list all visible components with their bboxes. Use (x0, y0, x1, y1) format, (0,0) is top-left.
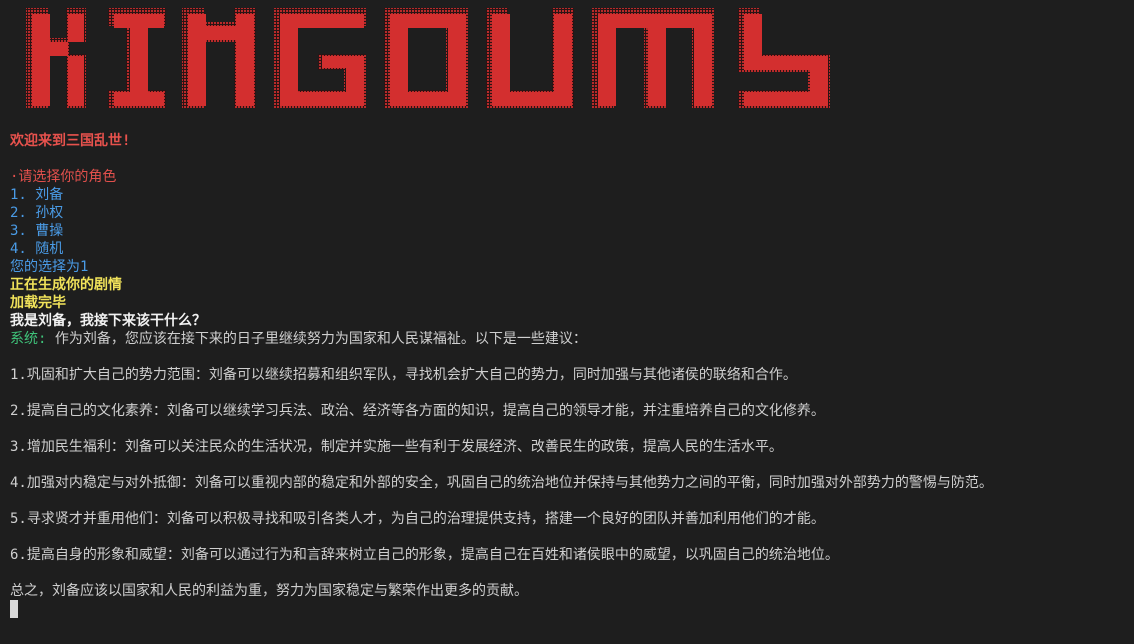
suggestion-3: 3.增加民生福利：刘备可以关注民众的生活状况，制定并实施一些有利于发展经济、改善… (10, 439, 783, 455)
role-option-2: 2. 孙权 (10, 205, 64, 221)
ascii-art-banner (26, 8, 830, 108)
role-prompt: ·请选择你的角色 (10, 169, 117, 185)
system-intro: 作为刘备，您应该在接下来的日子里继续努力为国家和人民谋福祉。以下是一些建议： (46, 331, 587, 347)
banner-letters (32, 14, 828, 106)
role-option-4: 4. 随机 (10, 241, 64, 257)
suggestion-2: 2.提高自己的文化素养：刘备可以继续学习兵法、政治、经济等各方面的知识，提高自己… (10, 403, 825, 419)
conclusion: 总之，刘备应该以国家和人民的利益为重，努力为国家稳定与繁荣作出更多的贡献。 (10, 583, 528, 599)
suggestion-1: 1.巩固和扩大自己的势力范围：刘备可以继续招募和组织军队，寻找机会扩大自己的势力… (10, 367, 797, 383)
system-label: 系统: (10, 331, 47, 347)
role-option-1: 1. 刘备 (10, 187, 64, 203)
system-intro-line: 系统: 作为刘备，您应该在接下来的日子里继续努力为国家和人民谋福祉。以下是一些建… (10, 330, 587, 348)
user-question: 我是刘备，我接下来该干什么？ (10, 313, 206, 329)
suggestion-5: 5.寻求贤才并重用他们：刘备可以积极寻找和吸引各类人才，为自己的治理提供支持，搭… (10, 511, 825, 527)
text-cursor[interactable] (10, 600, 18, 618)
suggestion-4: 4.加强对内稳定与对外抵御：刘备可以重视内部的稳定和外部的安全，巩固自己的统治地… (10, 475, 993, 491)
terminal-window: 欢迎来到三国乱世! ·请选择你的角色 1. 刘备 2. 孙权 3. 曹操 4. … (0, 0, 1134, 644)
loaded-status: 加载完毕 (10, 295, 66, 311)
welcome-message: 欢迎来到三国乱世! (10, 133, 131, 149)
suggestion-6: 6.提高自身的形象和威望：刘备可以通过行为和言辞来树立自己的形象，提高自己在百姓… (10, 547, 839, 563)
selection-confirmation: 您的选择为1 (10, 259, 89, 275)
role-option-3: 3. 曹操 (10, 223, 64, 239)
generating-status: 正在生成你的剧情 (10, 277, 122, 293)
